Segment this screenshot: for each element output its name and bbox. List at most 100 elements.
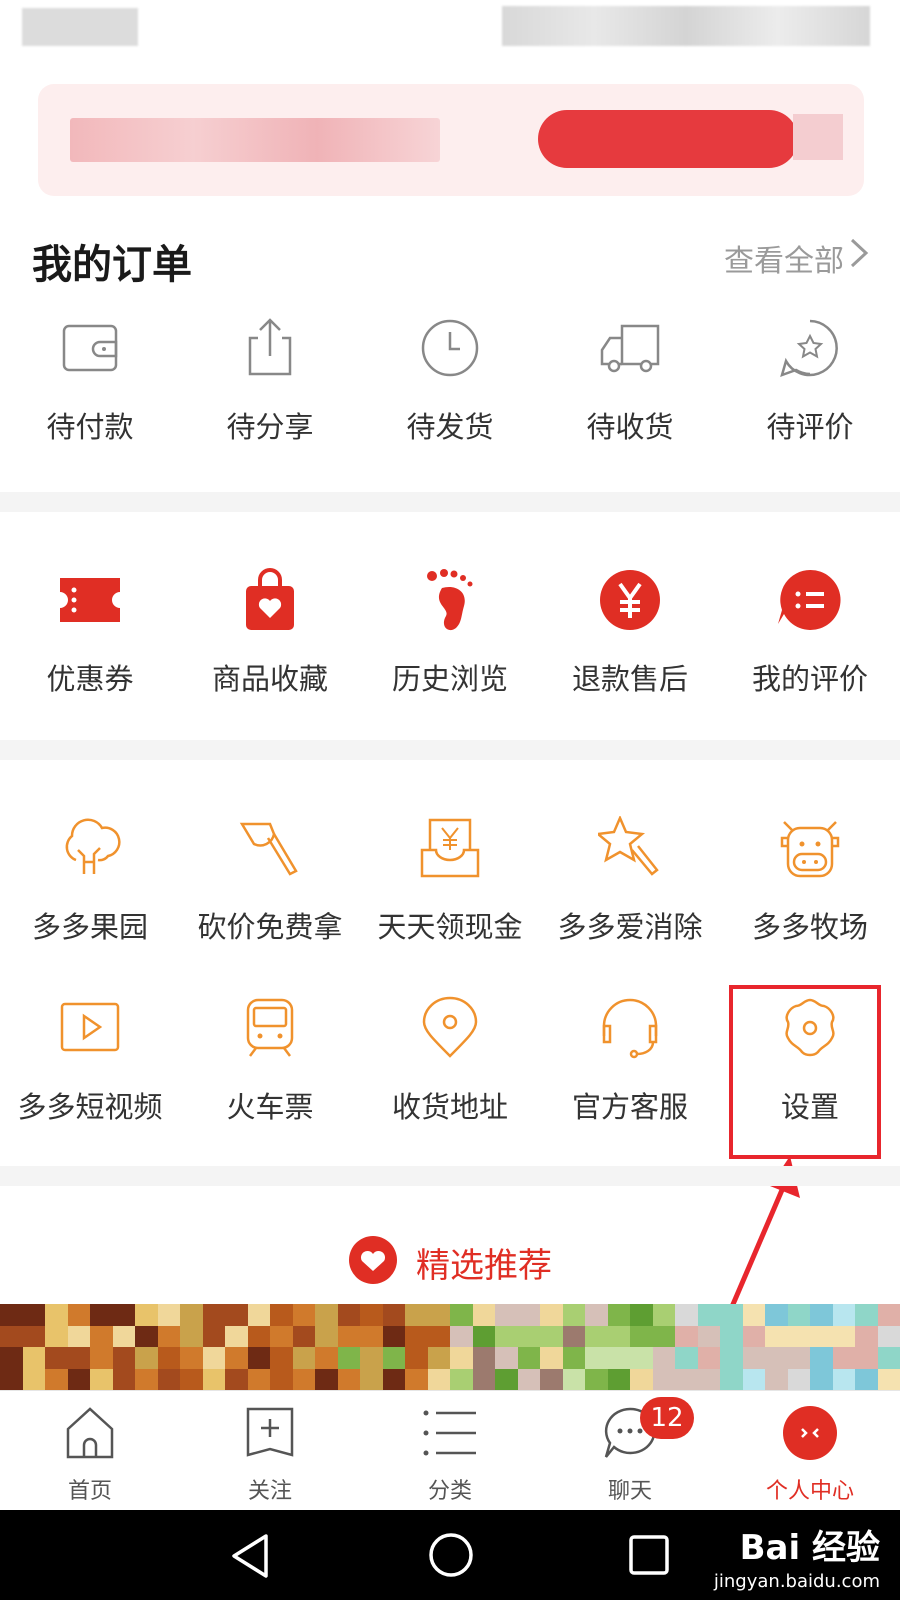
- mosaic-tile: [247, 1325, 270, 1347]
- tab-profile[interactable]: 个人中心: [720, 1391, 900, 1510]
- feature-item-label: 多多牧场: [751, 910, 868, 944]
- service-item-my-reviews[interactable]: 我的评价: [720, 568, 900, 698]
- mosaic-tile: [315, 1347, 338, 1369]
- tab-home[interactable]: 首页: [0, 1391, 180, 1510]
- tab-chat[interactable]: 12 聊天: [540, 1391, 720, 1510]
- mosaic-tile: [180, 1304, 203, 1326]
- feature-item-bargain[interactable]: 砍价免费拿: [180, 816, 360, 946]
- order-item-pending-share[interactable]: 待分享: [180, 316, 360, 446]
- order-item-pending-receipt[interactable]: 待收货: [540, 316, 720, 446]
- mosaic-tile: [337, 1347, 360, 1369]
- order-item-pending-payment[interactable]: 待付款: [0, 316, 180, 446]
- mosaic-tile: [427, 1325, 450, 1347]
- mosaic-tile: [135, 1304, 158, 1326]
- mosaic-tile: [202, 1347, 225, 1369]
- service-item-coupon[interactable]: 优惠券: [0, 568, 180, 698]
- mosaic-tile: [787, 1304, 810, 1326]
- mosaic-tile: [607, 1325, 630, 1347]
- order-item-label: 待发货: [406, 410, 494, 444]
- home-icon: [62, 1405, 118, 1465]
- feature-item-ranch[interactable]: 多多牧场: [720, 816, 900, 946]
- mosaic-tile: [382, 1304, 405, 1326]
- mosaic-tile: [877, 1347, 900, 1369]
- orders-row: 待付款 待分享 待发货 待收货 待评价: [0, 316, 900, 446]
- home-circle-icon[interactable]: [428, 1532, 474, 1582]
- order-item-pending-delivery[interactable]: 待发货: [360, 316, 540, 446]
- mosaic-tile: [315, 1325, 338, 1347]
- mosaic-tile: [270, 1304, 293, 1326]
- feature-item-train-ticket[interactable]: 火车票: [180, 996, 360, 1126]
- mosaic-tile: [697, 1325, 720, 1347]
- list-icon: [422, 1405, 478, 1465]
- product-mosaic[interactable]: [0, 1304, 900, 1390]
- mosaic-tile: [112, 1347, 135, 1369]
- mosaic-tile: [22, 1368, 45, 1390]
- mosaic-tile: [157, 1368, 180, 1390]
- service-item-label: 历史浏览: [391, 662, 508, 696]
- feature-item-short-video[interactable]: 多多短视频: [0, 996, 180, 1126]
- mosaic-tile: [157, 1304, 180, 1326]
- mosaic-tile: [607, 1304, 630, 1326]
- recents-icon[interactable]: [628, 1534, 670, 1580]
- feature-item-label: 火车票: [226, 1090, 314, 1124]
- feature-item-customer-service[interactable]: 官方客服: [540, 996, 720, 1126]
- mosaic-tile: [157, 1347, 180, 1369]
- feature-item-address[interactable]: 收货地址: [360, 996, 540, 1126]
- feature-item-label: 多多爱消除: [557, 910, 703, 944]
- mosaic-tile: [180, 1325, 203, 1347]
- mosaic-tile: [585, 1304, 608, 1326]
- service-item-label: 优惠券: [46, 662, 134, 696]
- promo-banner[interactable]: [38, 84, 864, 196]
- back-icon[interactable]: [228, 1532, 272, 1584]
- view-all-link[interactable]: 查看全部: [724, 236, 844, 280]
- star-chat-icon: [778, 316, 842, 380]
- mosaic-tile: [180, 1368, 203, 1390]
- mosaic-tile: [67, 1304, 90, 1326]
- mosaic-tile: [810, 1347, 833, 1369]
- tab-category[interactable]: 分类: [360, 1391, 540, 1510]
- cash-icon: [418, 816, 482, 880]
- mosaic-tile: [675, 1368, 698, 1390]
- mosaic-tile: [67, 1347, 90, 1369]
- mosaic-tile: [630, 1304, 653, 1326]
- feature-item-orchard[interactable]: 多多果园: [0, 816, 180, 946]
- feature-item-match-game[interactable]: 多多爱消除: [540, 816, 720, 946]
- feature-item-label: 官方客服: [571, 1090, 688, 1124]
- promo-button-blur[interactable]: [538, 110, 798, 168]
- mosaic-tile: [157, 1325, 180, 1347]
- chevron-right-icon[interactable]: [848, 236, 870, 278]
- mosaic-tile: [472, 1368, 495, 1390]
- watermark-brand: Bai 经验: [739, 1528, 880, 1568]
- mosaic-tile: [765, 1325, 788, 1347]
- section-divider: [0, 740, 900, 760]
- mosaic-tile: [202, 1325, 225, 1347]
- mosaic-tile: [135, 1347, 158, 1369]
- order-item-label: 待分享: [226, 410, 314, 444]
- mosaic-tile: [270, 1368, 293, 1390]
- service-item-favorites[interactable]: 商品收藏: [180, 568, 360, 698]
- mosaic-tile: [427, 1347, 450, 1369]
- mosaic-tile: [90, 1325, 113, 1347]
- feature-item-daily-cash[interactable]: 天天领现金: [360, 816, 540, 946]
- mosaic-tile: [180, 1347, 203, 1369]
- mosaic-tile: [607, 1347, 630, 1369]
- order-item-pending-review[interactable]: 待评价: [720, 316, 900, 446]
- feature-item-label: 收货地址: [391, 1090, 508, 1124]
- mosaic-tile: [337, 1325, 360, 1347]
- mosaic-tile: [405, 1368, 428, 1390]
- service-item-label: 我的评价: [751, 662, 868, 696]
- mosaic-tile: [585, 1368, 608, 1390]
- mosaic-tile: [360, 1347, 383, 1369]
- mosaic-tile: [652, 1304, 675, 1326]
- mosaic-tile: [765, 1347, 788, 1369]
- mosaic-tile: [382, 1368, 405, 1390]
- mosaic-tile: [225, 1325, 248, 1347]
- mosaic-tile: [270, 1347, 293, 1369]
- mosaic-tile: [742, 1347, 765, 1369]
- service-item-refund[interactable]: 退款售后: [540, 568, 720, 698]
- tab-follow[interactable]: 关注: [180, 1391, 360, 1510]
- mosaic-tile: [472, 1325, 495, 1347]
- service-item-history[interactable]: 历史浏览: [360, 568, 540, 698]
- mosaic-tile: [450, 1304, 473, 1326]
- mosaic-tile: [0, 1347, 23, 1369]
